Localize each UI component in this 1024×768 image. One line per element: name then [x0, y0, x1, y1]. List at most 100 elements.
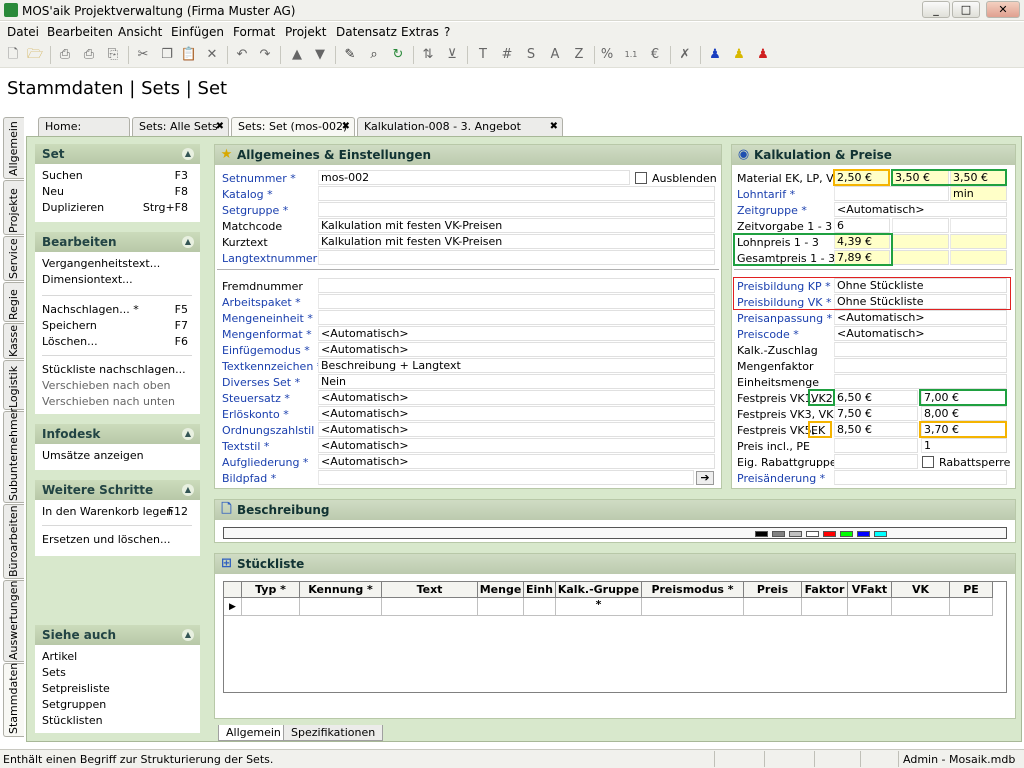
- preiscode-field[interactable]: <Automatisch>: [834, 326, 1007, 341]
- column-header-kennung[interactable]: Kennung *: [300, 582, 382, 598]
- column-header-pe[interactable]: PE: [950, 582, 993, 598]
- einheitsmenge-field[interactable]: [834, 374, 1007, 389]
- zeitvorgabe-3-field[interactable]: [950, 218, 1007, 233]
- table-cell[interactable]: [300, 598, 382, 616]
- sidebar-item-nachschlagen[interactable]: Nachschlagen... * F5: [42, 302, 200, 318]
- sidebar-link-setgruppen[interactable]: Setgruppen: [42, 697, 200, 713]
- menu-projekt[interactable]: Projekt: [285, 25, 326, 39]
- festpreis-vk2-field[interactable]: 7,00 €: [921, 390, 1007, 405]
- column-header-typ[interactable]: Typ *: [242, 582, 300, 598]
- color-swatch[interactable]: [874, 531, 887, 537]
- table-cell[interactable]: [744, 598, 802, 616]
- column-header-vk[interactable]: VK: [892, 582, 950, 598]
- collapse-icon[interactable]: ▲: [182, 629, 194, 641]
- paste-icon[interactable]: 📋: [180, 46, 198, 64]
- sidebar-item-speichern[interactable]: Speichern F7: [42, 318, 200, 334]
- rabattgruppe-field[interactable]: [834, 454, 918, 469]
- edit-pencil-icon[interactable]: ✎: [341, 46, 359, 64]
- tab-home[interactable]: Home: Startseite: [38, 117, 130, 150]
- maximize-button[interactable]: □: [952, 1, 980, 18]
- festpreis-vk5-field[interactable]: 8,50 €: [834, 422, 918, 437]
- column-header-preis[interactable]: Preis: [744, 582, 802, 598]
- rabattsperre-checkbox[interactable]: [922, 456, 934, 468]
- user-blue-icon[interactable]: ♟: [706, 46, 724, 64]
- mengeneinheit-field[interactable]: [318, 310, 715, 325]
- sidebar-item-dimensiontext[interactable]: Dimensiontext...: [42, 272, 200, 288]
- lookup-icon[interactable]: ⌕: [365, 46, 383, 64]
- tab-sets-all[interactable]: Sets: Alle Sets ✖: [132, 117, 229, 136]
- section-header[interactable]: Set ▲: [35, 144, 200, 164]
- section-header[interactable]: Siehe auch ▲: [35, 625, 200, 645]
- column-header-text[interactable]: Text: [382, 582, 478, 598]
- matchcode-field[interactable]: Kalkulation mit festen VK-Preisen: [318, 218, 715, 233]
- festpreis-ek-field[interactable]: 3,70 €: [921, 422, 1007, 437]
- pe-field[interactable]: 1: [921, 438, 1007, 453]
- table-cell[interactable]: [848, 598, 892, 616]
- ordnungszahlstil-field[interactable]: <Automatisch>: [318, 422, 715, 437]
- sidebar-link-stuecklisten[interactable]: Stücklisten: [42, 713, 200, 729]
- menu-datei[interactable]: Datei: [7, 25, 39, 39]
- close-tab-icon[interactable]: ✖: [550, 118, 558, 135]
- text-format-icon[interactable]: T: [474, 46, 492, 64]
- lohntarif-field[interactable]: [834, 186, 949, 201]
- material-lp-field[interactable]: 3,50 €: [892, 170, 949, 185]
- collapse-icon[interactable]: ▲: [182, 148, 194, 160]
- a-format-icon[interactable]: A: [546, 46, 564, 64]
- copy-icon[interactable]: ❐: [158, 46, 176, 64]
- sidebar-link-setpreisliste[interactable]: Setpreisliste: [42, 681, 200, 697]
- stueckliste-grid[interactable]: ▶ Typ * Kennung * Text Menge Einh Kalk.-Gruppe…: [223, 581, 1007, 693]
- row-selector-icon[interactable]: ▶: [224, 598, 242, 616]
- print-icon[interactable]: ⎙: [80, 46, 98, 64]
- sidebar-item-loeschen[interactable]: Löschen... F6: [42, 334, 200, 350]
- section-header[interactable]: Weitere Schritte ▲: [35, 480, 200, 500]
- ausblenden-checkbox[interactable]: [635, 172, 647, 184]
- open-folder-icon[interactable]: 🗁: [26, 46, 44, 64]
- table-cell[interactable]: [382, 598, 478, 616]
- color-swatch[interactable]: [755, 531, 768, 537]
- minimize-button[interactable]: _: [922, 1, 950, 18]
- sidebar-item-ersetzen[interactable]: Ersetzen und löschen...: [42, 532, 200, 548]
- redo-icon[interactable]: ↷: [256, 46, 274, 64]
- zeitvorgabe-2-field[interactable]: [892, 218, 949, 233]
- aufgliederung-field[interactable]: <Automatisch>: [318, 454, 715, 469]
- kalk-zuschlag-field[interactable]: [834, 342, 1007, 357]
- kurztext-field[interactable]: Kalkulation mit festen VK-Preisen: [318, 234, 715, 249]
- setnummer-field[interactable]: mos-002: [318, 170, 630, 185]
- move-down-icon[interactable]: ▼: [311, 46, 329, 64]
- diverses-set-field[interactable]: Nein: [318, 374, 715, 389]
- table-cell[interactable]: [642, 598, 744, 616]
- close-tab-icon[interactable]: ✖: [342, 118, 350, 135]
- rich-text-toolbar[interactable]: [223, 527, 1007, 539]
- new-document-icon[interactable]: 🗋: [4, 46, 22, 64]
- column-header-faktor[interactable]: Faktor: [802, 582, 848, 598]
- vtab-kasse[interactable]: Kasse: [3, 323, 24, 359]
- column-header-menge[interactable]: Menge: [478, 582, 524, 598]
- table-cell[interactable]: [478, 598, 524, 616]
- z-format-icon[interactable]: Z: [570, 46, 588, 64]
- menu-help[interactable]: ?: [444, 25, 450, 39]
- percent-icon[interactable]: %: [598, 46, 616, 64]
- textstil-field[interactable]: <Automatisch>: [318, 438, 715, 453]
- erlöskonto-field[interactable]: <Automatisch>: [318, 406, 715, 421]
- preis-incl-field[interactable]: [834, 438, 918, 453]
- vtab-bueroarbeiten[interactable]: Büroarbeiten: [3, 504, 24, 579]
- festpreis-vk4-field[interactable]: 8,00 €: [921, 406, 1007, 421]
- color-swatch[interactable]: [772, 531, 785, 537]
- cut-icon[interactable]: ✂: [134, 46, 152, 64]
- sidebar-item-duplizieren[interactable]: Duplizieren Strg+F8: [42, 200, 200, 216]
- preisaenderung-field[interactable]: [834, 470, 1007, 485]
- vtab-logistik[interactable]: Logistik: [3, 360, 24, 410]
- textkennzeichen-field[interactable]: Beschreibung + Langtext: [318, 358, 715, 373]
- vtab-allgemein[interactable]: Allgemein: [3, 117, 24, 179]
- sidebar-link-artikel[interactable]: Artikel: [42, 649, 200, 665]
- browse-arrow-icon[interactable]: ➔: [696, 471, 714, 485]
- sidebar-item-suchen[interactable]: Suchen F3: [42, 168, 200, 184]
- s-format-icon[interactable]: S: [522, 46, 540, 64]
- menu-datensatz[interactable]: Datensatz: [336, 25, 397, 39]
- preisbildung-kp-field[interactable]: Ohne Stückliste: [834, 278, 1007, 293]
- print-setup-icon[interactable]: ⎘: [104, 46, 122, 64]
- sidebar-item-neu[interactable]: Neu F8: [42, 184, 200, 200]
- column-header-preismodus[interactable]: Preismodus *: [642, 582, 744, 598]
- langtextnummer-field[interactable]: [318, 250, 715, 265]
- vtab-stammdaten[interactable]: Stammdaten: [3, 663, 24, 737]
